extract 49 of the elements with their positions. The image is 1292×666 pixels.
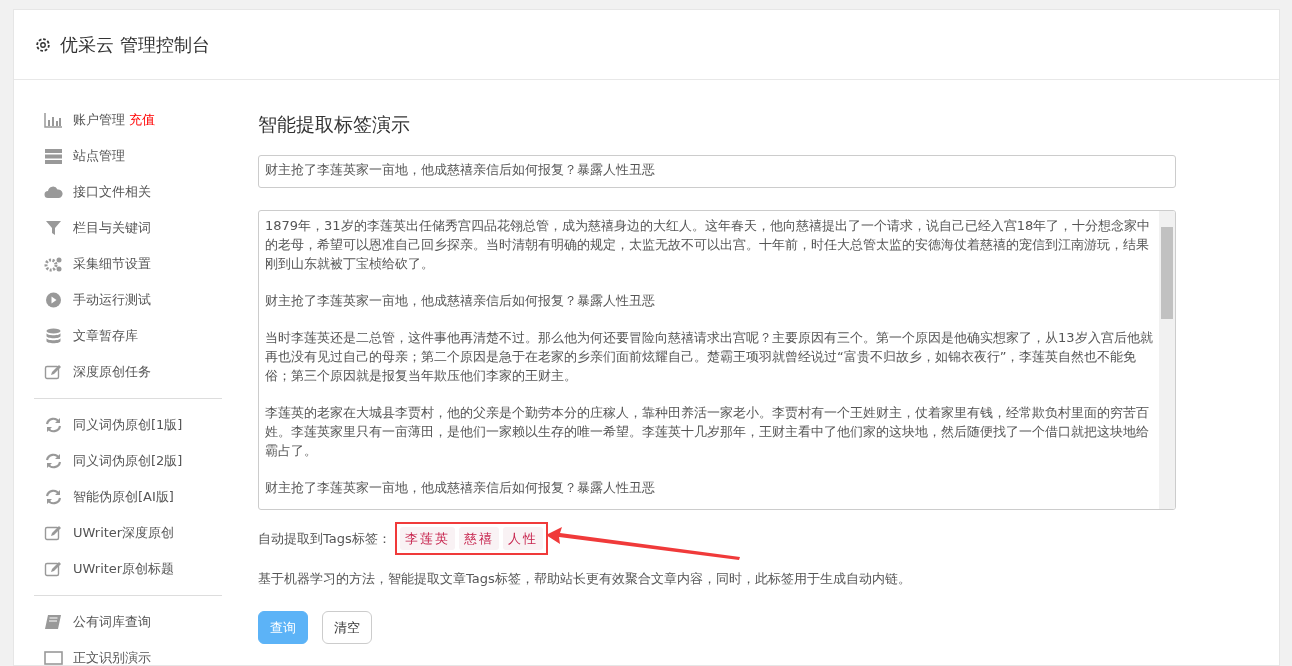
scrollbar[interactable]	[1159, 210, 1175, 509]
tag: 慈禧	[458, 526, 499, 550]
cloud-upload-icon	[44, 184, 63, 200]
sidebar-link[interactable]: 同义词伪原创[2版]	[73, 451, 183, 471]
tags-label: 自动提取到Tags标签：	[258, 529, 391, 548]
tag: 李莲英	[399, 526, 455, 550]
tag: 人性	[502, 526, 543, 550]
article-textarea[interactable]	[258, 209, 1176, 510]
bar-chart-icon	[44, 112, 63, 128]
article-paragraph: 当时李莲英还是二总管，这件事他再清楚不过。那么他为何还要冒险向慈禧请求出宫呢？主要原因有三个。第一个原因是他确实想家了，从13岁入宫后他就再也没有见过自己的母亲；第二个原因是急于在老家的乡亲们面前炫耀自己。楚霸王项羽就曾经说过“富贵不归故乡，如锦衣夜行”，李莲英自然也不能免俗；第三个原因就是报复当年欺压他们李家的王财主。	[265, 328, 1153, 385]
sidebar-link[interactable]: 站点管理	[73, 146, 125, 166]
filter-icon	[44, 220, 63, 236]
book-icon	[44, 614, 63, 630]
refresh-icon	[44, 489, 63, 505]
console-title: 优采云 管理控制台	[60, 33, 210, 57]
edit-icon	[44, 561, 63, 577]
article-paragraph: 财主抢了李莲英家一亩地，他成慈禧亲信后如何报复？暴露人性丑恶	[265, 291, 656, 310]
scrollbar-thumb[interactable]	[1161, 226, 1173, 319]
title-input-field[interactable]: 财主抢了李莲英家一亩地，他成慈禧亲信后如何报复？暴露人性丑恶	[258, 154, 1176, 188]
gear-icon	[34, 35, 52, 54]
edit-icon	[44, 364, 63, 380]
refresh-icon	[44, 417, 63, 433]
sidebar-link[interactable]: 深度原创任务	[73, 362, 151, 382]
page-heading: 智能提取标签演示	[258, 112, 411, 137]
clear-button[interactable]: 清空	[322, 610, 372, 644]
sidebar-link[interactable]: UWriter原创标题	[73, 559, 175, 579]
sidebar-link[interactable]: 手动运行测试	[73, 290, 151, 310]
article-paragraph: 李莲英的老家在大城县李贾村，他的父亲是个勤劳本分的庄稼人，靠种田养活一家老小。李贾村有一个王姓财主，仗着家里有钱，经常欺负村里面的穷苦百姓。李莲英家里只有一亩薄田，是他们一家赖以生存的唯一希望。李莲英十几岁那年，王财主看中了他们家的这块地，然后随便找了一个借口就把这块地给霸占了。	[265, 403, 1150, 460]
sidebar-link[interactable]: 正文识别演示	[73, 648, 151, 665]
gears-icon	[44, 256, 63, 272]
sidebar-link[interactable]: 账户管理	[73, 110, 125, 130]
server-icon	[44, 148, 63, 164]
sidebar-link[interactable]: 栏目与关键词	[73, 218, 151, 238]
article-paragraph: 财主抢了李莲英家一亩地，他成慈禧亲信后如何报复？暴露人性丑恶	[265, 478, 656, 497]
sidebar-link[interactable]: 同义词伪原创[1版]	[73, 415, 183, 435]
description-text: 基于机器学习的方法，智能提取文章Tags标签，帮助站长更有效聚合文章内容，同时，此标签用于生成自动内链。	[258, 570, 912, 588]
sidebar-link[interactable]: 公有词库查询	[73, 612, 151, 632]
sidebar-link[interactable]: 采集细节设置	[73, 254, 151, 274]
article-paragraph: 1879年，31岁的李莲英出任储秀宫四品花翎总管，成为慈禧身边的大红人。这年春天，他向慈禧提出了一个请求，说自己已经入宫18年了，十分想念家中的老母，希望可以恩准自己回乡探亲。当时清朝有明确的规定，太监无故不可以出宫。十年前，时任大总管太监的安德海仗着慈禧的宠信到江南游玩，结果刚到山东就被丁宝桢给砍了。	[265, 216, 1152, 273]
recharge-link[interactable]: 充值	[129, 110, 155, 130]
monitor-icon	[44, 650, 63, 665]
database-icon	[44, 328, 63, 344]
play-icon	[44, 292, 63, 308]
sidebar-link[interactable]: 接口文件相关	[73, 182, 151, 202]
edit-icon	[44, 525, 63, 541]
sidebar-link[interactable]: 智能伪原创[AI版]	[73, 487, 174, 507]
sidebar-link[interactable]: UWriter深度原创	[73, 523, 175, 543]
sidebar-link[interactable]: 文章暂存库	[73, 326, 138, 346]
refresh-icon	[44, 453, 63, 469]
